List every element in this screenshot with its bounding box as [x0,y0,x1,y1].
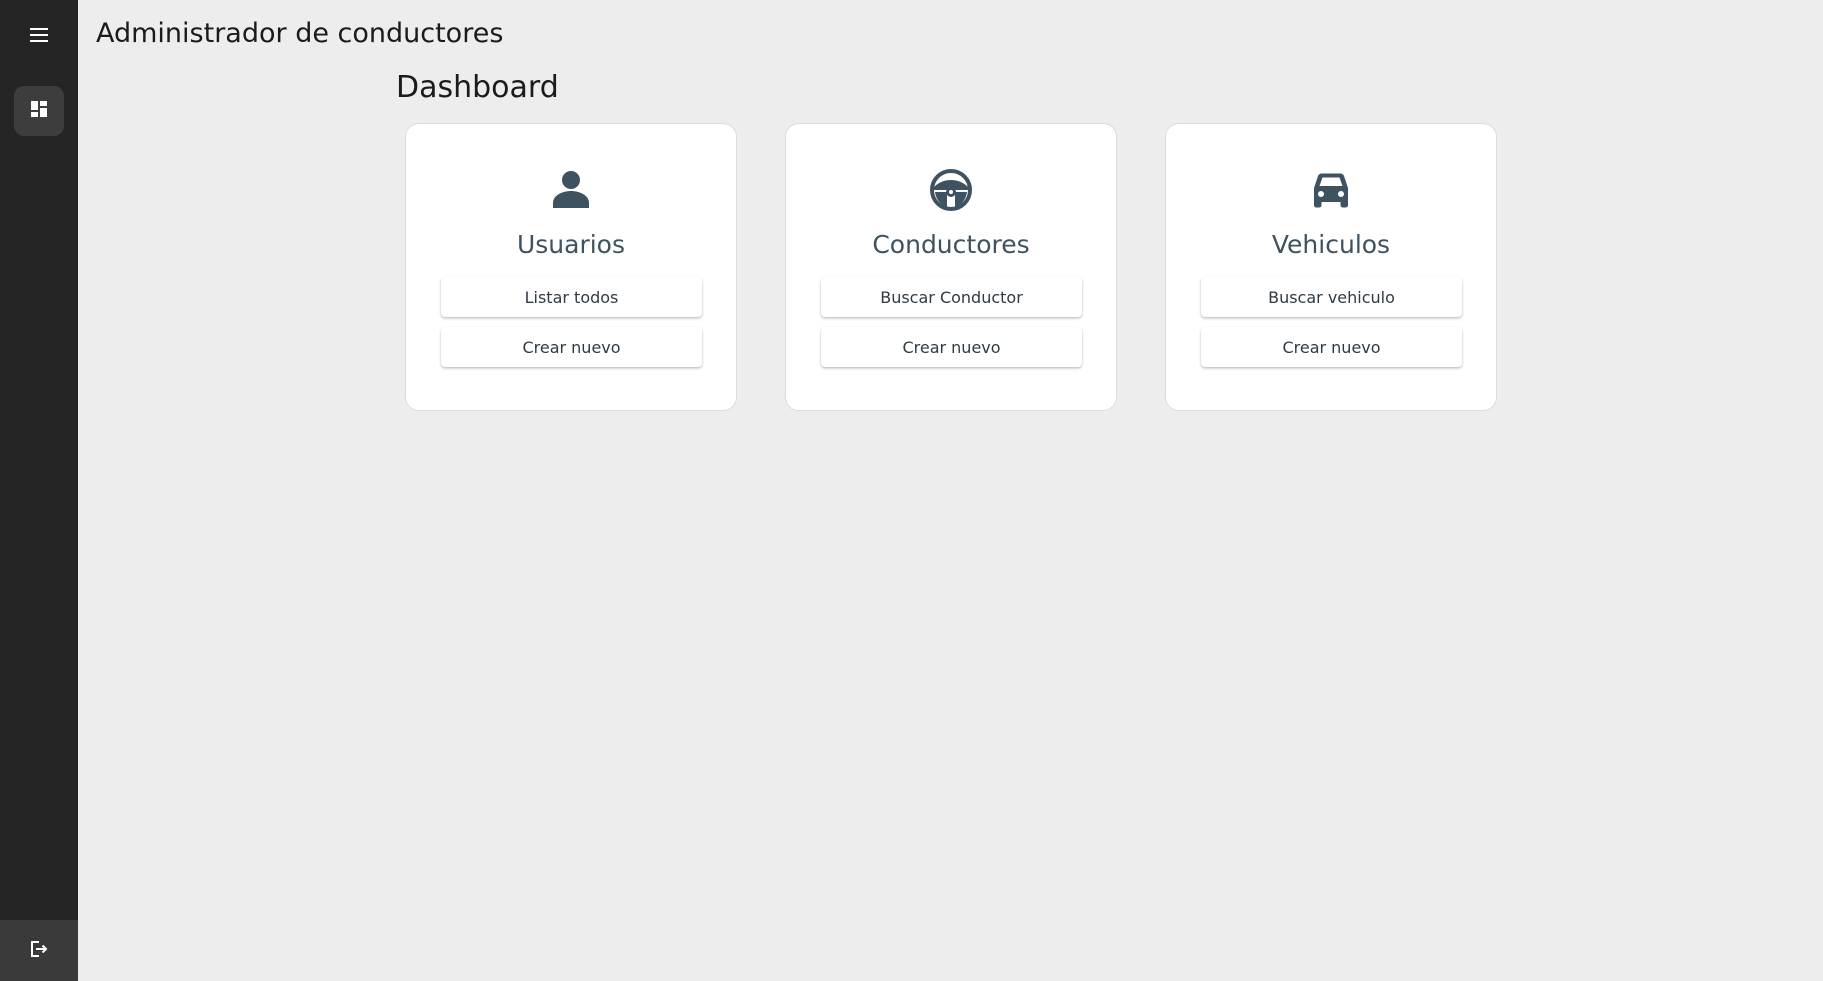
person-icon [406,166,736,214]
crear-conductor-button[interactable]: Crear nuevo [821,327,1082,367]
hamburger-menu-icon [30,27,48,46]
sidebar [0,0,78,981]
app-title: Administrador de conductores [96,18,504,49]
menu-toggle-button[interactable] [14,16,64,56]
card-vehiculos: Vehiculos Buscar vehiculo Crear nuevo [1165,123,1497,411]
listar-usuarios-button[interactable]: Listar todos [441,277,702,317]
crear-vehiculo-button[interactable]: Crear nuevo [1201,327,1462,367]
card-usuarios: Usuarios Listar todos Crear nuevo [405,123,737,411]
card-title-vehiculos: Vehiculos [1271,230,1391,259]
page-title: Dashboard [396,70,559,105]
buscar-conductor-button[interactable]: Buscar Conductor [821,277,1082,317]
logout-button[interactable] [0,920,78,981]
logout-icon [30,940,48,961]
card-title-conductores: Conductores [872,230,1030,259]
buscar-vehiculo-button[interactable]: Buscar vehiculo [1201,277,1462,317]
card-title-usuarios: Usuarios [516,230,626,259]
steering-wheel-icon [786,166,1116,214]
dashboard-icon [31,101,47,121]
crear-usuario-button[interactable]: Crear nuevo [441,327,702,367]
card-conductores: Conductores Buscar Conductor Crear nuevo [785,123,1117,411]
car-icon [1166,166,1496,214]
sidebar-item-dashboard[interactable] [14,86,64,136]
